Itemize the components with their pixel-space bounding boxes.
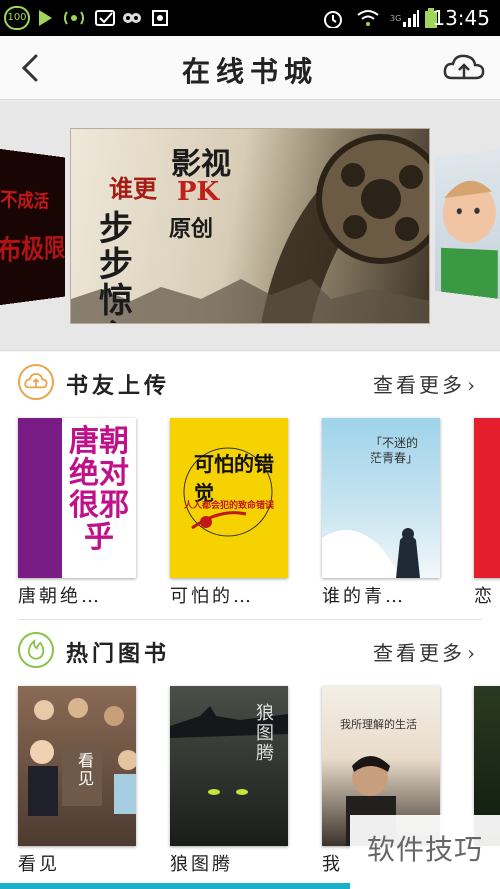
- battery-level-badge: 100: [4, 6, 30, 30]
- banner-text: 谁更: [109, 174, 157, 203]
- banner-main-card[interactable]: 影视 PK 原创 谁更 步步惊心: [70, 128, 430, 324]
- chevron-right-icon: ›: [467, 373, 478, 397]
- view-more-link[interactable]: 查看更多 ›: [373, 637, 478, 666]
- banner-left-text: 布极限: [0, 234, 66, 268]
- book-cover-title: 狼图腾: [256, 703, 274, 764]
- bottom-indicator: [0, 883, 350, 889]
- book-cover[interactable]: 狼图腾: [170, 686, 288, 846]
- owl-app-icon: [123, 13, 141, 23]
- banner-left-text: 不成活: [0, 189, 49, 213]
- book-cover[interactable]: 看见: [18, 686, 136, 846]
- book-title: 我: [322, 854, 343, 875]
- section-title: 热门图书: [66, 641, 171, 667]
- book-cover[interactable]: 唐朝绝对很邪乎: [18, 418, 136, 578]
- app-header: 在线书城: [0, 36, 500, 100]
- message-check-icon: [95, 10, 115, 26]
- alarm-icon: [324, 11, 342, 28]
- book-title: 谁的青…: [322, 586, 406, 607]
- book-title: 狼图腾: [170, 854, 233, 875]
- network-type-label: 3G: [390, 14, 402, 23]
- view-more-label: 查看更多: [373, 373, 465, 397]
- page-title: 在线书城: [181, 55, 318, 88]
- banner-side-card-right[interactable]: [434, 148, 500, 300]
- clock: 13:45: [432, 6, 490, 30]
- status-bar: 100 3G 13:45: [0, 0, 500, 36]
- book-title: 看见: [18, 854, 60, 875]
- banner-text: 原创: [169, 216, 214, 242]
- watermark: 软件技巧: [350, 815, 500, 885]
- section-title: 书友上传: [66, 373, 171, 399]
- book-title: 可怕的…: [170, 586, 254, 607]
- book-cover[interactable]: 「不迷的茫青春」: [322, 418, 440, 578]
- wifi-icon: [357, 10, 379, 26]
- section-header: 书友上传 查看更多 ›: [0, 352, 500, 410]
- cell-signal-icon: [403, 10, 419, 27]
- book-cover-subtitle: 人人都会犯的致命错误: [183, 501, 274, 511]
- book-title: 恋: [474, 586, 495, 607]
- view-more-link[interactable]: 查看更多 ›: [373, 369, 478, 398]
- banner-text: 步步惊心: [99, 209, 133, 323]
- book-cover-title: 看见: [78, 751, 95, 788]
- banner-carousel[interactable]: 不成活 布极限 影视 PK 原创 谁更 步步惊心: [0, 101, 500, 351]
- view-more-label: 查看更多: [373, 641, 465, 665]
- screenshot-icon: [152, 10, 168, 26]
- book-cover-subtitle: 「不迷的茫青春」: [370, 436, 419, 465]
- play-icon: [39, 10, 52, 26]
- book-cover[interactable]: [474, 418, 500, 578]
- book-cover-title: 唐朝绝对很邪乎: [69, 424, 129, 555]
- section-user-uploads: 书友上传 查看更多 › 唐朝绝对很邪乎 唐朝绝… 可怕的错觉 人人都会犯的致命错误…: [0, 352, 500, 620]
- cloud-upload-icon[interactable]: [442, 50, 486, 86]
- wireless-signal-icon: [64, 11, 84, 25]
- chevron-right-icon: ›: [467, 641, 478, 665]
- cloud-upload-icon: [18, 364, 54, 400]
- banner-text: PK: [177, 177, 220, 207]
- flame-icon: [18, 632, 54, 668]
- baby-photo: [441, 179, 498, 299]
- section-header: 热门图书 查看更多 ›: [0, 620, 500, 678]
- book-title: 唐朝绝…: [18, 586, 102, 607]
- banner-side-card-left[interactable]: 不成活 布极限: [0, 147, 66, 307]
- book-cover[interactable]: 可怕的错觉 人人都会犯的致命错误: [170, 418, 288, 578]
